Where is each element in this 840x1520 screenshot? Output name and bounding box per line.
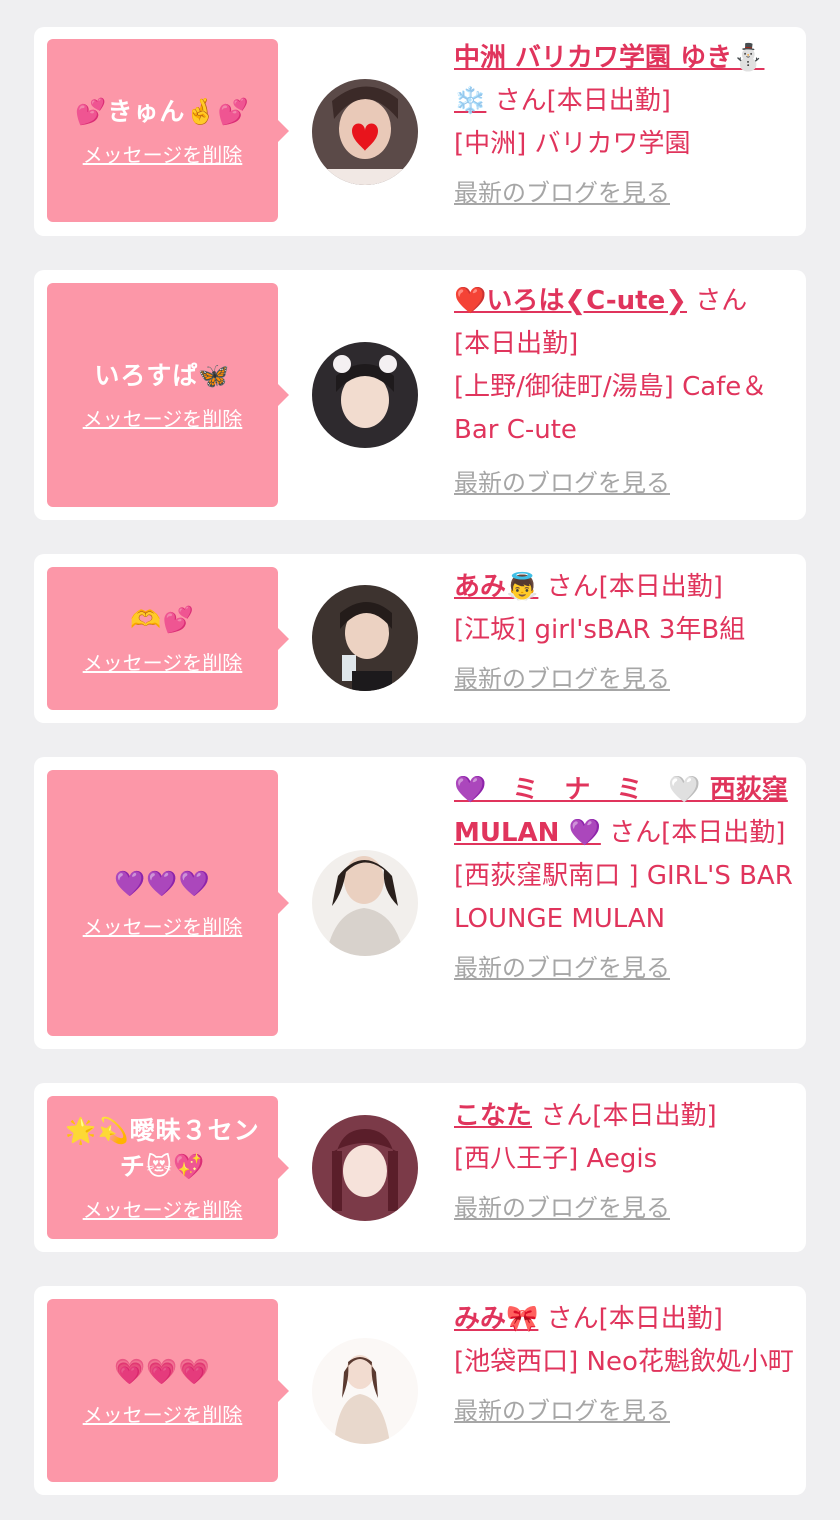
delete-message-link[interactable]: メッセージを削除 (83, 1402, 243, 1428)
honorific: さん (695, 286, 748, 316)
message-card: 💜💜💜 メッセージを削除 💜 ミ ナ ミ 🤍 西荻窪 MULAN 💜 さん[本日… (34, 757, 806, 1049)
latest-blog-link[interactable]: 最新のブログを見る (454, 658, 670, 701)
cast-info: 中洲 バリカワ学園 ゆき⛄️❄️ さん[本日出勤] [中洲] バリカワ学園 最新… (454, 37, 794, 215)
message-bubble: いろすぱ🦋 メッセージを削除 (47, 283, 289, 507)
delete-message-link[interactable]: メッセージを削除 (83, 406, 243, 432)
message-bubble: 🫶💕 メッセージを削除 (47, 567, 289, 710)
shop-name: [池袋西口] Neo花魁飲処小町 (454, 1347, 794, 1377)
avatar[interactable] (312, 850, 418, 956)
cast-info: みみ🎀 さん[本日出勤] [池袋西口] Neo花魁飲処小町 最新のブログを見る (454, 1298, 794, 1433)
attendance-status: [本日出勤] (598, 1304, 723, 1334)
message-bubble: 💕きゅん🤞💕 メッセージを削除 (47, 39, 289, 222)
message-bubble: 💗💗💗 メッセージを削除 (47, 1299, 289, 1482)
avatar[interactable] (312, 1338, 418, 1444)
attendance-status: [本日出勤] (454, 329, 579, 359)
cast-name-link[interactable]: あみ👼 (454, 572, 538, 602)
honorific: さん (609, 818, 662, 848)
shop-name: [上野/御徒町/湯島] Cafe＆Bar C-ute (454, 372, 768, 445)
delete-message-link[interactable]: メッセージを削除 (83, 914, 243, 940)
message-card: 🌟💫曖昧３センチ😻💖 メッセージを削除 こなた さん[本日出勤] [西八王子] … (34, 1083, 806, 1252)
honorific: さん (540, 1101, 593, 1131)
shop-name: [西八王子] Aegis (454, 1144, 658, 1174)
cast-name-link[interactable]: こなた (454, 1101, 532, 1131)
attendance-status: [本日出勤] (598, 572, 723, 602)
honorific: さん (494, 86, 547, 116)
message-text: 🫶💕 (130, 604, 195, 634)
cast-info: こなた さん[本日出勤] [西八王子] Aegis 最新のブログを見る (454, 1095, 794, 1230)
cast-info: ❤️いろは❮C-ute❯ さん [本日出勤] [上野/御徒町/湯島] Cafe＆… (454, 280, 794, 505)
honorific: さん (546, 1304, 599, 1334)
delete-message-link[interactable]: メッセージを削除 (83, 142, 243, 168)
message-card: いろすぱ🦋 メッセージを削除 ❤️いろは❮C-ute❯ さん [本日出勤] [上… (34, 270, 806, 520)
latest-blog-link[interactable]: 最新のブログを見る (454, 1187, 670, 1230)
shop-name: [江坂] girl'sBAR 3年B組 (454, 615, 746, 645)
honorific: さん (546, 572, 599, 602)
message-text: 💗💗💗 (114, 1356, 211, 1386)
message-card: 💗💗💗 メッセージを削除 みみ🎀 さん[本日出勤] [池袋西口] Neo花魁飲処… (34, 1286, 806, 1495)
attendance-status: [本日出勤] (592, 1101, 717, 1131)
message-text: 💜💜💜 (114, 869, 211, 898)
cast-info: あみ👼 さん[本日出勤] [江坂] girl'sBAR 3年B組 最新のブログを… (454, 566, 794, 701)
message-bubble: 💜💜💜 メッセージを削除 (47, 770, 289, 1036)
message-text: 🌟💫曖昧３センチ😻💖 (65, 1115, 260, 1181)
avatar[interactable] (312, 585, 418, 691)
avatar[interactable] (312, 342, 418, 448)
avatar[interactable] (312, 79, 418, 185)
cast-info: 💜 ミ ナ ミ 🤍 西荻窪 MULAN 💜 さん[本日出勤] [西荻窪駅南口 ]… (454, 769, 794, 990)
message-card: 🫶💕 メッセージを削除 あみ👼 さん[本日出勤] [江坂] girl'sBAR … (34, 554, 806, 723)
cast-name-link[interactable]: みみ🎀 (454, 1304, 538, 1334)
message-text: 💕きゅん🤞💕 (75, 96, 250, 126)
latest-blog-link[interactable]: 最新のブログを見る (454, 947, 670, 990)
delete-message-link[interactable]: メッセージを削除 (83, 1197, 243, 1223)
cast-name-link[interactable]: ❤️いろは❮C-ute❯ (454, 286, 687, 316)
avatar[interactable] (312, 1115, 418, 1221)
shop-name: [西荻窪駅南口 ] GIRL'S BAR LOUNGE MULAN (454, 861, 793, 934)
latest-blog-link[interactable]: 最新のブログを見る (454, 172, 670, 215)
shop-name: [中洲] バリカワ学園 (454, 129, 691, 159)
attendance-status: [本日出勤] (661, 818, 786, 848)
delete-message-link[interactable]: メッセージを削除 (83, 650, 243, 676)
latest-blog-link[interactable]: 最新のブログを見る (454, 1390, 670, 1433)
latest-blog-link[interactable]: 最新のブログを見る (454, 462, 670, 505)
message-text: いろすぱ🦋 (94, 361, 231, 390)
message-card: 💕きゅん🤞💕 メッセージを削除 中洲 バリカワ学園 ゆき⛄️❄️ さん[本日出勤… (34, 27, 806, 236)
message-bubble: 🌟💫曖昧３センチ😻💖 メッセージを削除 (47, 1096, 289, 1239)
attendance-status: [本日出勤] (546, 86, 671, 116)
